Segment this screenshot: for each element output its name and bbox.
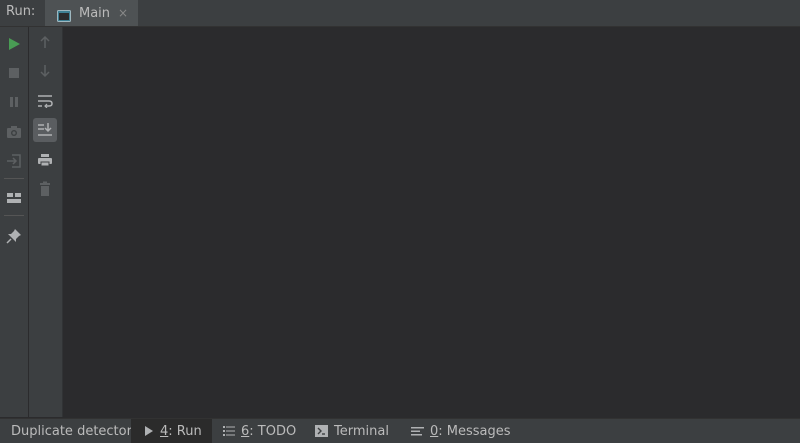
restore-layout-button[interactable] xyxy=(2,186,26,210)
print-icon xyxy=(38,154,52,167)
run-button[interactable] xyxy=(2,32,26,56)
console-window-icon xyxy=(57,7,71,22)
run-tab-mnemonic: 4 xyxy=(160,423,169,439)
terminal-tab-label: Terminal xyxy=(334,423,389,439)
exit-button[interactable] xyxy=(2,149,26,173)
console-output[interactable] xyxy=(63,27,800,417)
stop-button[interactable] xyxy=(2,61,26,85)
console-toolbar xyxy=(29,27,63,417)
messages-tab-label: : Messages xyxy=(438,423,511,439)
clear-all-button[interactable] xyxy=(33,177,57,201)
messages-tab-mnemonic: 0 xyxy=(430,423,439,439)
soft-wrap-icon xyxy=(38,95,53,108)
run-tab-label: : Run xyxy=(168,423,202,439)
stop-icon xyxy=(9,68,19,78)
pin-tab-button[interactable] xyxy=(2,224,26,248)
pause-icon xyxy=(10,97,18,107)
todo-tab-mnemonic: 6 xyxy=(241,423,250,439)
close-icon[interactable]: × xyxy=(118,6,128,20)
duplicate-detector-label: Duplicate detector xyxy=(11,423,132,439)
camera-icon xyxy=(7,126,21,138)
run-header: Run: Main × xyxy=(0,0,800,27)
layout-icon xyxy=(7,193,21,203)
arrow-up-icon xyxy=(40,35,50,48)
tool-tab-todo[interactable]: 6: TODO xyxy=(223,419,296,443)
dump-threads-button[interactable] xyxy=(2,120,26,144)
toolbar-divider xyxy=(4,178,24,179)
previous-occurrence-button[interactable] xyxy=(33,30,57,54)
print-button[interactable] xyxy=(33,148,57,172)
messages-icon xyxy=(411,427,424,436)
tool-tab-run[interactable]: 4: Run xyxy=(131,419,212,443)
scroll-to-end-button[interactable] xyxy=(33,118,57,142)
scroll-to-end-icon xyxy=(38,123,52,136)
pin-icon xyxy=(6,229,21,244)
todo-tab-label: : TODO xyxy=(249,423,297,439)
run-toolbar xyxy=(0,27,28,417)
run-icon xyxy=(9,38,20,50)
tab-label: Main xyxy=(79,5,111,21)
tab-main[interactable]: Main × xyxy=(45,0,138,26)
next-occurrence-button[interactable] xyxy=(33,59,57,83)
exit-icon xyxy=(7,154,21,168)
run-icon xyxy=(145,426,153,436)
trash-icon xyxy=(40,181,50,196)
terminal-icon xyxy=(315,425,328,437)
toolbar-divider xyxy=(4,215,24,216)
list-icon xyxy=(223,426,235,436)
soft-wrap-button[interactable] xyxy=(33,89,57,113)
arrow-down-icon xyxy=(40,65,50,78)
tool-window-bar: Duplicate detector 4: Run 6: TODO Termin… xyxy=(0,418,800,443)
pause-button[interactable] xyxy=(2,90,26,114)
tool-tab-messages[interactable]: 0: Messages xyxy=(411,419,511,443)
tool-tab-duplicate-detector[interactable]: Duplicate detector xyxy=(11,419,132,443)
run-label: Run: xyxy=(6,4,36,19)
tool-tab-terminal[interactable]: Terminal xyxy=(315,419,389,443)
